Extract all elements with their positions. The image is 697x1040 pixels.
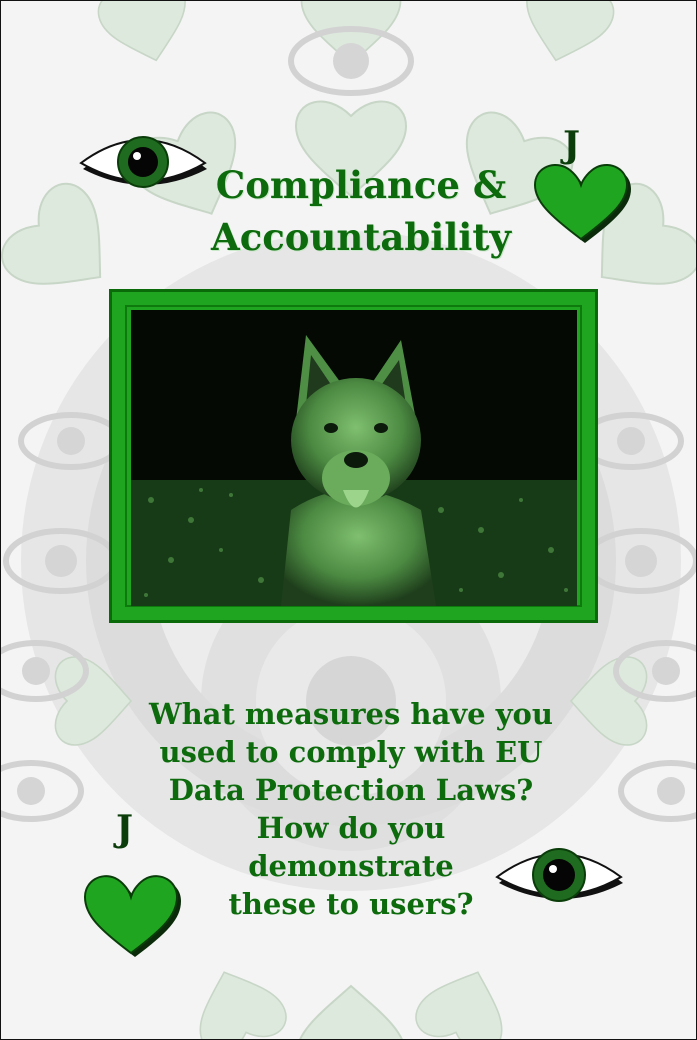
dog-photo [131,310,577,606]
card-title: Compliance & Accountability [151,159,571,263]
question-line-1: What measures have you [149,697,553,731]
dog-illustration [131,310,577,606]
rank-label-top: J [563,124,581,166]
card-title-line-1: Compliance & [215,163,507,207]
card-title-line-2: Accountability [211,215,511,259]
question-line-3: Data Protection Laws? [168,773,534,807]
heart-icon [83,875,181,957]
photo-frame [109,289,598,623]
question-line-2: used to comply with EU [159,735,543,769]
playing-card: J Compliance & Accountability What measu… [0,0,697,1040]
rank-label-bottom: J [116,808,134,850]
eye-icon [495,848,623,902]
